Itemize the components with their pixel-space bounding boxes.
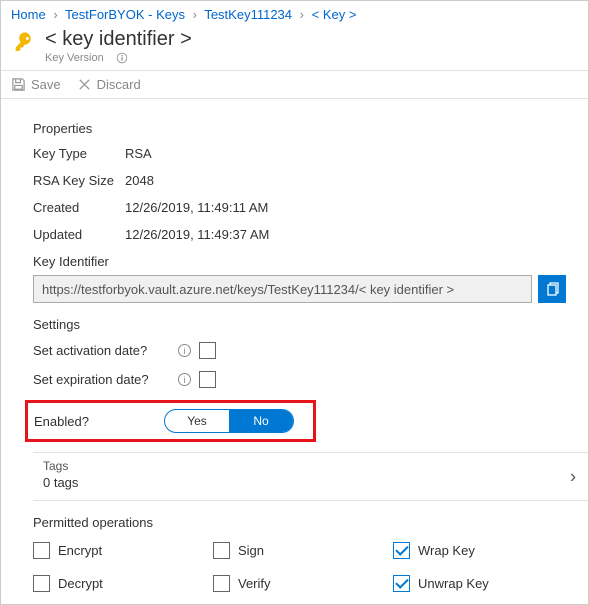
perm-decrypt[interactable]: Decrypt [33,575,213,592]
save-button[interactable]: Save [11,77,61,92]
property-value: 12/26/2019, 11:49:37 AM [125,227,269,242]
perm-encrypt[interactable]: Encrypt [33,542,213,559]
perm-wrap-key[interactable]: Wrap Key [393,542,553,559]
property-row: RSA Key Size 2048 [33,173,566,188]
perm-sign[interactable]: Sign [213,542,393,559]
property-label: Updated [33,227,125,242]
key-identifier-input[interactable] [33,275,532,303]
breadcrumb: Home › TestForBYOK - Keys › TestKey11123… [1,1,588,26]
perm-verify[interactable]: Verify [213,575,393,592]
property-label: Key Type [33,146,125,161]
chevron-right-icon: › [189,7,201,22]
enabled-label: Enabled? [34,414,164,429]
chevron-right-icon: › [570,466,576,487]
info-icon[interactable]: i [178,373,191,386]
tags-title: Tags [43,459,588,473]
toolbar: Save Discard [1,70,588,99]
toggle-yes[interactable]: Yes [165,410,229,432]
checkbox-icon [213,575,230,592]
property-row: Updated 12/26/2019, 11:49:37 AM [33,227,566,242]
property-value: 2048 [125,173,154,188]
copy-icon [544,281,560,297]
tags-count: 0 tags [43,475,588,490]
property-row: Created 12/26/2019, 11:49:11 AM [33,200,566,215]
content: Properties Key Type RSA RSA Key Size 204… [1,99,588,592]
key-identifier-label: Key Identifier [33,254,566,269]
info-icon[interactable]: i [178,344,191,357]
checkbox-icon [33,575,50,592]
close-icon [77,77,92,92]
settings-heading: Settings [33,317,566,332]
save-icon [11,77,26,92]
expiration-date-label: Set expiration date? [33,372,178,387]
property-value: 12/26/2019, 11:49:11 AM [125,200,268,215]
properties-heading: Properties [33,121,566,136]
permitted-heading: Permitted operations [33,515,566,530]
page-header: < key identifier > Key Version [1,26,588,70]
chevron-right-icon: › [296,7,308,22]
perm-unwrap-key[interactable]: Unwrap Key [393,575,553,592]
key-identifier-row [33,275,566,303]
breadcrumb-resource[interactable]: TestForBYOK - Keys [65,7,185,22]
toggle-no[interactable]: No [229,410,293,432]
checkbox-checked-icon [393,542,410,559]
property-label: Created [33,200,125,215]
breadcrumb-home[interactable]: Home [11,7,46,22]
checkbox-icon [33,542,50,559]
info-icon[interactable] [116,52,128,64]
activation-date-row: Set activation date? i [33,342,566,359]
expiration-date-checkbox[interactable] [199,371,216,388]
copy-button[interactable] [538,275,566,303]
checkbox-icon [213,542,230,559]
activation-date-label: Set activation date? [33,343,178,358]
property-label: RSA Key Size [33,173,125,188]
tags-row[interactable]: Tags 0 tags › [33,452,588,501]
page-title: < key identifier > [45,28,192,51]
property-value: RSA [125,146,152,161]
property-row: Key Type RSA [33,146,566,161]
activation-date-checkbox[interactable] [199,342,216,359]
enabled-toggle[interactable]: Yes No [164,409,294,433]
expiration-date-row: Set expiration date? i [33,371,566,388]
enabled-highlight: Enabled? Yes No [25,400,316,442]
discard-button[interactable]: Discard [77,77,141,92]
breadcrumb-version[interactable]: < Key > [312,7,357,22]
checkbox-checked-icon [393,575,410,592]
key-icon [11,30,39,58]
chevron-right-icon: › [49,7,61,22]
permitted-operations-grid: Encrypt Sign Wrap Key Decrypt Verify Unw… [33,542,566,592]
breadcrumb-key[interactable]: TestKey111234 [204,7,292,22]
page-subtitle: Key Version [45,52,104,64]
